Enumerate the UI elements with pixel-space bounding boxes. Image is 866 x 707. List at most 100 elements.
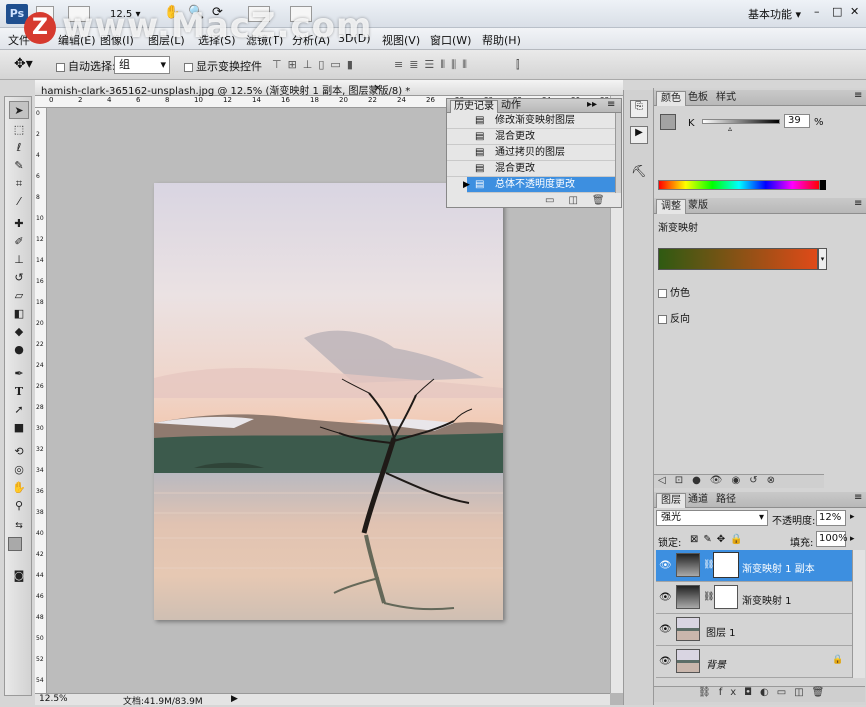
zoom-tool-icon[interactable]: ⚲ (9, 497, 29, 515)
tab-styles[interactable]: 样式 (712, 91, 740, 106)
layer-row-gradient-map[interactable]: 👁 ⛓ 渐变映射 1 (656, 582, 852, 614)
path-selection-tool-icon[interactable]: ➚ (9, 401, 29, 419)
lasso-tool-icon[interactable]: ℓ (9, 139, 29, 157)
align-buttons[interactable]: ⊤⊞⊥▯▭▮ (272, 58, 359, 71)
fill-slider-icon[interactable]: ▸ (850, 534, 855, 544)
tab-adjustments[interactable]: 调整 (656, 199, 686, 214)
status-zoom[interactable]: 12.5% (39, 694, 68, 704)
history-brush-tool-icon[interactable]: ↺ (9, 269, 29, 287)
distribute-buttons[interactable]: ≡≣☰⦀⫼⫴ (394, 58, 473, 72)
visibility-eye-icon[interactable]: 👁 (659, 624, 672, 636)
healing-brush-tool-icon[interactable]: ✚ (9, 215, 29, 233)
panel-menu-icon[interactable]: ≡ (607, 99, 615, 110)
spectrum-black[interactable] (820, 180, 826, 190)
type-tool-icon[interactable]: T (9, 383, 29, 401)
blend-mode-dropdown[interactable]: 强光 ▾ (656, 510, 768, 526)
history-item[interactable]: ▤ 修改渐变映射图层 (447, 113, 615, 129)
visibility-eye-icon[interactable]: 👁 (659, 592, 672, 604)
actions-panel-icon[interactable]: ▶ (630, 126, 648, 144)
3d-rotate-tool-icon[interactable]: ⟲ (9, 443, 29, 461)
3d-orbit-tool-icon[interactable]: ◎ (9, 461, 29, 479)
3d-panel-icon[interactable]: ⛏ (630, 164, 648, 182)
tab-channels[interactable]: 通道 (684, 493, 712, 508)
foreground-color-swatch[interactable] (660, 114, 676, 130)
menu-help[interactable]: 帮助(H) (482, 32, 521, 48)
color-spectrum-bar[interactable] (658, 180, 820, 190)
rectangle-tool-icon[interactable]: ■ (9, 419, 29, 437)
history-item[interactable]: ▤ 混合更改 (447, 161, 615, 177)
tab-paths[interactable]: 路径 (712, 493, 740, 508)
auto-align-button[interactable]: ⫿ (516, 58, 520, 72)
mask-link-icon[interactable]: ⛓ (703, 592, 714, 602)
tab-layers[interactable]: 图层 (656, 493, 686, 508)
history-panel-icon[interactable]: ⎘ (630, 100, 648, 118)
pen-tool-icon[interactable]: ✒ (9, 365, 29, 383)
panel-collapse-icon[interactable]: ▸▸ (587, 99, 597, 110)
blur-tool-icon[interactable]: ◆ (9, 323, 29, 341)
dodge-tool-icon[interactable]: ● (9, 341, 29, 359)
swap-colors-icon[interactable]: ⇆ (9, 517, 29, 535)
history-item[interactable]: ▤ 通过拷贝的图层 (447, 145, 615, 161)
adjust-footer-buttons[interactable]: ◁⊡●👁◉↺⊗ (654, 474, 824, 488)
eyedropper-tool-icon[interactable]: ⁄ (9, 193, 29, 211)
workspace-switcher[interactable]: 基本功能 ▾ (748, 6, 801, 22)
opacity-input[interactable]: 12% (816, 510, 846, 526)
auto-select-checkbox[interactable]: 自动选择: (56, 58, 116, 74)
layer-mask-thumbnail[interactable] (714, 585, 738, 609)
panel-menu-icon[interactable]: ≡ (854, 90, 862, 101)
panel-menu-icon[interactable]: ≡ (854, 492, 862, 503)
marquee-tool-icon[interactable]: ⬚ (9, 121, 29, 139)
paint-bucket-tool-icon[interactable]: ◧ (9, 305, 29, 323)
clone-stamp-tool-icon[interactable]: ⊥ (9, 251, 29, 269)
foreground-color-swatch[interactable] (8, 537, 22, 551)
color-slider-thumb[interactable]: ▵ (728, 124, 732, 133)
tab-history[interactable]: 历史记录 (450, 100, 498, 113)
move-tool-icon[interactable]: ➤ (9, 101, 29, 119)
eraser-tool-icon[interactable]: ▱ (9, 287, 29, 305)
history-scrollbar[interactable] (615, 113, 621, 193)
document-tab[interactable]: hamish-clark-365162-unsplash.jpg @ 12.5%… (35, 80, 623, 97)
status-menu-icon[interactable]: ▶ (231, 694, 238, 704)
restore-button[interactable]: □ (832, 5, 842, 18)
mask-link-icon[interactable]: ⛓ (703, 560, 714, 570)
auto-select-dropdown[interactable]: 组 ▾ (114, 56, 170, 74)
reverse-checkbox[interactable]: 反向 (658, 310, 690, 325)
color-value-input[interactable]: 39 (784, 114, 810, 128)
menu-window[interactable]: 窗口(W) (430, 32, 471, 48)
panel-menu-icon[interactable]: ≡ (854, 198, 862, 209)
gradient-dropdown-icon[interactable]: ▾ (818, 248, 827, 270)
quick-select-tool-icon[interactable]: ✎ (9, 157, 29, 175)
lock-icons[interactable]: ⊠✎✥🔒 (690, 534, 748, 545)
layer-row-gradient-map-copy[interactable]: 👁 ⛓ 渐变映射 1 副本 (656, 550, 852, 582)
layer-row-layer-1[interactable]: 👁 图层 1 (656, 614, 852, 646)
tab-swatches[interactable]: 色板 (684, 91, 712, 106)
visibility-eye-icon[interactable]: 👁 (659, 656, 672, 668)
close-button[interactable]: ✕ (850, 5, 859, 18)
color-slider[interactable] (702, 119, 780, 124)
brush-tool-icon[interactable]: ✐ (9, 233, 29, 251)
tab-color[interactable]: 颜色 (656, 91, 686, 106)
hand-tool-icon[interactable]: ✋ (9, 479, 29, 497)
tab-actions[interactable]: 动作 (501, 100, 521, 112)
layer-mask-thumbnail[interactable] (714, 553, 738, 577)
history-item-selected[interactable]: ▶ ▤ 总体不透明度更改 (463, 177, 615, 193)
crop-tool-icon[interactable]: ⌗ (9, 175, 29, 193)
minimize-button[interactable]: – (814, 5, 820, 18)
history-footer-buttons[interactable]: ▭◫🗑 (545, 195, 619, 206)
move-tool-preset-icon[interactable]: ✥▾ (14, 56, 33, 72)
opacity-slider-icon[interactable]: ▸ (850, 512, 855, 522)
menu-view[interactable]: 视图(V) (382, 32, 420, 48)
layers-footer-buttons[interactable]: ⛓fx◘◐▭◫🗑 (654, 686, 865, 702)
gradient-map-preview[interactable] (658, 248, 818, 270)
document-close-icon[interactable]: × (373, 81, 382, 94)
quick-mask-icon[interactable]: ◙ (9, 567, 29, 585)
history-item[interactable]: ▤ 混合更改 (447, 129, 615, 145)
tab-masks[interactable]: 蒙版 (684, 199, 712, 214)
fill-input[interactable]: 100% (816, 531, 848, 547)
layer-row-background[interactable]: 👁 背景 🔒 (656, 646, 852, 678)
document-photo[interactable] (154, 183, 503, 620)
dither-checkbox[interactable]: 仿色 (658, 284, 690, 299)
visibility-eye-icon[interactable]: 👁 (659, 560, 672, 572)
show-transform-checkbox[interactable]: 显示变换控件 (184, 58, 262, 74)
layers-scrollbar[interactable] (852, 550, 865, 678)
